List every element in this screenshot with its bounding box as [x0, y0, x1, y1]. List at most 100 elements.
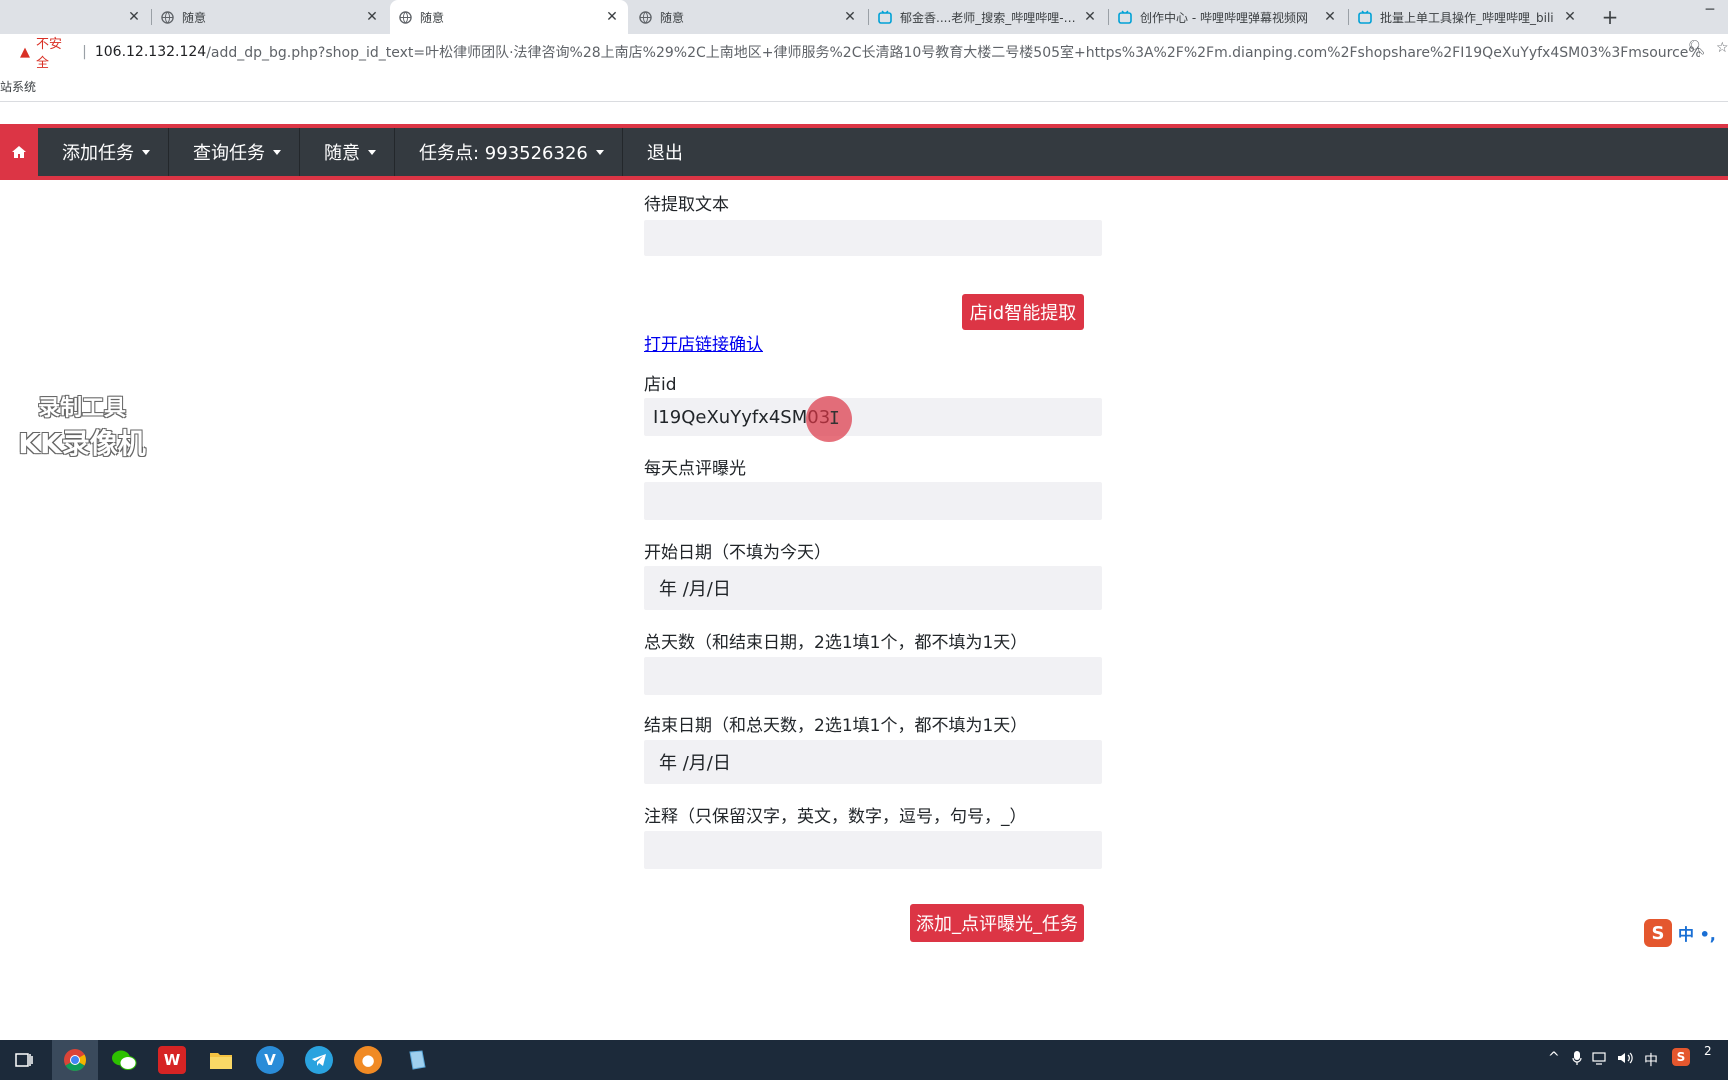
- tab-title: 批量上单工具操作_哔哩哔哩_bili: [1380, 10, 1554, 25]
- chrome-icon[interactable]: [61, 1046, 89, 1074]
- tab-0[interactable]: ✕: [0, 0, 150, 34]
- nav-label: 退出: [646, 143, 683, 164]
- text-cursor-icon: I: [829, 408, 840, 429]
- tab-title: 创作中心 - 哔哩哔哩弹幕视频网: [1140, 10, 1308, 25]
- tab-1[interactable]: 随意 ✕: [152, 0, 388, 34]
- recorder-watermark: 录制工具 KK录像机: [8, 390, 156, 462]
- ime-toolbar[interactable]: S 中 •,: [1644, 918, 1728, 948]
- start-date-label: 开始日期（不填为今天）: [644, 543, 831, 563]
- start-date-placeholder: 年 /月/日: [659, 579, 731, 600]
- nav-logout[interactable]: 退出: [623, 128, 701, 176]
- nav-label: 任务点: 993526326: [419, 143, 588, 164]
- globe-icon: [398, 10, 412, 24]
- ime-mode: 中 •,: [1678, 925, 1716, 944]
- navbar: 添加任务 查询任务 随意 任务点: 993526326 退出: [0, 128, 1728, 176]
- address-bar: ▲ 不安全 | 106.12.132.124 /add_dp_bg.php?sh…: [0, 34, 1728, 71]
- nav-query-task[interactable]: 查询任务: [169, 128, 300, 176]
- extract-text-label: 待提取文本: [644, 195, 729, 215]
- start-date-input[interactable]: 年 /月/日: [644, 566, 1102, 610]
- watermark-line2: KK录像机: [18, 427, 146, 460]
- minimize-icon[interactable]: ─: [1700, 0, 1720, 20]
- new-tab-button[interactable]: +: [1597, 4, 1623, 30]
- shop-id-label: 店id: [644, 375, 677, 395]
- input-language[interactable]: 中: [1644, 1050, 1658, 1070]
- url-host: 106.12.132.124: [94, 44, 207, 60]
- security-label[interactable]: 不安全: [36, 33, 74, 71]
- end-date-placeholder: 年 /月/日: [659, 753, 731, 774]
- tray-chevron-icon[interactable]: ^: [1548, 1050, 1560, 1066]
- bilibili-icon: [1118, 10, 1132, 24]
- zoom-icon[interactable]: 🔍︎: [1688, 40, 1706, 58]
- close-icon[interactable]: ✕: [362, 7, 382, 27]
- globe-icon: [638, 10, 652, 24]
- end-date-label: 结束日期（和总天数，2选1填1个，都不填为1天）: [644, 716, 1028, 736]
- close-icon[interactable]: ✕: [602, 7, 622, 27]
- tab-separator: [1108, 9, 1109, 25]
- tab-separator: [1348, 9, 1349, 25]
- clock[interactable]: 2: [1704, 1042, 1728, 1060]
- bookmark-item[interactable]: 站系统: [0, 78, 36, 95]
- sogou-ime-icon: S: [1644, 919, 1672, 947]
- nav-label: 添加任务: [62, 143, 134, 164]
- end-date-input[interactable]: 年 /月/日: [644, 740, 1102, 784]
- home-icon[interactable]: [0, 128, 38, 176]
- tab-strip: ✕ 随意 ✕ 随意 ✕ 随意 ✕ 郁金香....老师_搜索_哔哩哔哩-bili …: [0, 0, 1728, 34]
- close-icon[interactable]: ✕: [1560, 7, 1580, 27]
- close-icon[interactable]: ✕: [1080, 7, 1100, 27]
- open-shop-link[interactable]: 打开店链接确认: [644, 330, 763, 355]
- task-view-icon[interactable]: [10, 1046, 38, 1074]
- network-icon[interactable]: [1592, 1050, 1608, 1070]
- warning-icon: ▲: [20, 44, 30, 60]
- extract-shop-id-button[interactable]: 店id智能提取: [962, 294, 1084, 330]
- omnibox[interactable]: ▲ 不安全 | 106.12.132.124 /add_dp_bg.php?sh…: [10, 37, 1700, 71]
- notebook-icon[interactable]: [403, 1046, 431, 1074]
- bilibili-icon: [878, 10, 892, 24]
- tab-6[interactable]: 批量上单工具操作_哔哩哔哩_bili ✕: [1350, 0, 1586, 34]
- tab-separator: [868, 9, 869, 25]
- tab-title: 郁金香....老师_搜索_哔哩哔哩-bili: [900, 10, 1080, 25]
- bookmark-star-icon[interactable]: ☆: [1716, 40, 1728, 58]
- sogou-tray-icon[interactable]: S: [1672, 1048, 1690, 1066]
- shop-id-input[interactable]: I19QeXuYyfx4SM03: [644, 398, 1102, 436]
- total-days-input[interactable]: [644, 657, 1102, 695]
- caret-down-icon: [142, 149, 150, 155]
- taskbar: W V ● ^ 中 S 2: [0, 1040, 1728, 1080]
- wps-icon[interactable]: W: [158, 1046, 186, 1074]
- nav-label: 随意: [324, 143, 360, 164]
- close-icon[interactable]: ✕: [1320, 7, 1340, 27]
- file-explorer-icon[interactable]: [207, 1046, 235, 1074]
- shop-id-value: I19QeXuYyfx4SM03: [653, 406, 831, 428]
- bilibili-icon: [1358, 10, 1372, 24]
- close-icon[interactable]: ✕: [124, 7, 144, 27]
- extract-text-input[interactable]: [644, 220, 1102, 256]
- telegram-icon[interactable]: [305, 1046, 333, 1074]
- tab-2-active[interactable]: 随意 ✕: [390, 0, 628, 34]
- watermark-line1: 录制工具: [37, 396, 126, 421]
- submit-task-button[interactable]: 添加_点评曝光_任务: [910, 904, 1084, 942]
- tab-4[interactable]: 郁金香....老师_搜索_哔哩哔哩-bili ✕: [870, 0, 1106, 34]
- wechat-icon[interactable]: [110, 1046, 138, 1074]
- url-path: /add_dp_bg.php?shop_id_text=叶松律师团队·法律咨询%…: [206, 45, 1700, 61]
- app-icon[interactable]: ●: [354, 1046, 382, 1074]
- tab-title: 随意: [660, 10, 685, 25]
- total-days-label: 总天数（和结束日期，2选1填1个，都不填为1天）: [644, 633, 1028, 653]
- daily-exposure-input[interactable]: [644, 482, 1102, 520]
- nav-add-task[interactable]: 添加任务: [38, 128, 169, 176]
- volume-icon[interactable]: [1616, 1050, 1634, 1070]
- nav-task-points[interactable]: 任务点: 993526326: [395, 128, 623, 176]
- navbar-accent: 添加任务 查询任务 随意 任务点: 993526326 退出: [0, 124, 1728, 180]
- tab-5[interactable]: 创作中心 - 哔哩哔哩弹幕视频网 ✕: [1110, 0, 1346, 34]
- tab-3[interactable]: 随意 ✕: [630, 0, 866, 34]
- note-input[interactable]: [644, 831, 1102, 869]
- caret-down-icon: [595, 149, 604, 155]
- caret-down-icon: [368, 149, 376, 155]
- bookmarks-bar: 站系统: [0, 70, 1728, 102]
- close-icon[interactable]: ✕: [840, 7, 860, 27]
- tab-title: 随意: [182, 10, 207, 25]
- divider: |: [82, 44, 87, 60]
- tab-title: 随意: [420, 10, 445, 25]
- v-app-icon[interactable]: V: [256, 1046, 284, 1074]
- microphone-icon[interactable]: [1572, 1050, 1582, 1070]
- nav-random[interactable]: 随意: [300, 128, 395, 176]
- globe-icon: [160, 10, 174, 24]
